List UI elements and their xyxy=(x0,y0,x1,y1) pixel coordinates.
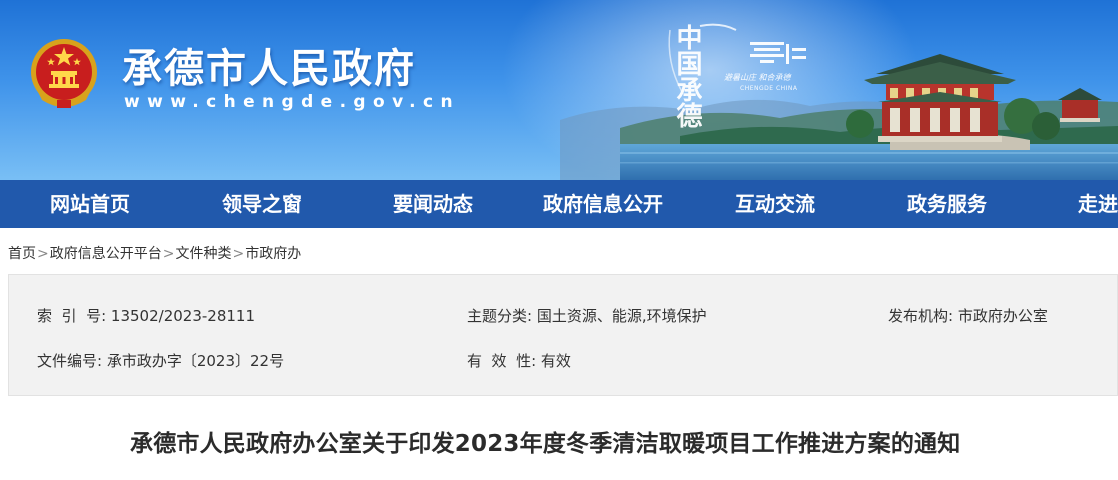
meta-value: 承市政办字〔2023〕22号 xyxy=(106,352,285,370)
nav-item-explore[interactable]: 走进 xyxy=(1078,180,1118,228)
nav-item-services[interactable]: 政务服务 xyxy=(907,180,987,228)
breadcrumb-doc-types[interactable]: 文件种类 xyxy=(175,246,231,262)
meta-publisher: 发布机构: 市政府办公室 xyxy=(888,305,1048,326)
nav-item-home[interactable]: 网站首页 xyxy=(50,180,130,228)
meta-validity: 有 效 性: 有效 xyxy=(467,350,571,371)
national-emblem-icon xyxy=(31,39,97,108)
scenery-illustration xyxy=(560,54,1118,180)
breadcrumb-separator: > xyxy=(37,246,49,262)
site-url: www.chengde.gov.cn xyxy=(124,92,461,112)
breadcrumb-separator: > xyxy=(232,246,245,262)
meta-label: 索 引 号: xyxy=(37,307,107,325)
meta-label: 文件编号: xyxy=(37,352,103,370)
meta-value: 国土资源、能源,环境保护 xyxy=(536,307,707,325)
nav-item-leaders[interactable]: 领导之窗 xyxy=(222,180,302,228)
breadcrumb: 首页>政府信息公开平台>文件种类>市政府办 xyxy=(8,243,301,263)
site-banner: 承德市人民政府 www.chengde.gov.cn 避暑山庄 和合承德 CHE… xyxy=(0,0,1118,180)
meta-value: 市政府办公室 xyxy=(957,307,1048,325)
meta-doc-no: 文件编号: 承市政办字〔2023〕22号 xyxy=(37,350,284,371)
meta-topic: 主题分类: 国土资源、能源,环境保护 xyxy=(467,305,707,326)
main-nav: 网站首页 领导之窗 要闻动态 政府信息公开 互动交流 政务服务 走进 xyxy=(0,180,1118,228)
brand-logo-text: 中国承德 xyxy=(672,24,702,128)
breadcrumb-city-gov-office[interactable]: 市政府办 xyxy=(245,246,301,262)
meta-label: 主题分类: xyxy=(467,307,533,325)
meta-value: 13502/2023-28111 xyxy=(110,307,255,325)
nav-item-gov-info[interactable]: 政府信息公开 xyxy=(543,180,663,228)
nav-item-news[interactable]: 要闻动态 xyxy=(393,180,473,228)
meta-value: 有效 xyxy=(540,352,571,370)
meta-label: 发布机构: xyxy=(888,307,954,325)
document-title: 承德市人民政府办公室关于印发2023年度冬季清洁取暖项目工作推进方案的通知 xyxy=(130,431,961,457)
nav-item-interaction[interactable]: 互动交流 xyxy=(735,180,815,228)
breadcrumb-home[interactable]: 首页 xyxy=(8,246,36,262)
meta-index-no: 索 引 号: 13502/2023-28111 xyxy=(37,305,255,326)
breadcrumb-gov-info-platform[interactable]: 政府信息公开平台 xyxy=(50,246,162,262)
meta-label: 有 效 性: xyxy=(467,352,537,370)
document-meta-box: 索 引 号: 13502/2023-28111 主题分类: 国土资源、能源,环境… xyxy=(8,274,1118,396)
breadcrumb-separator: > xyxy=(162,246,175,262)
site-title: 承德市人民政府 xyxy=(122,45,416,92)
